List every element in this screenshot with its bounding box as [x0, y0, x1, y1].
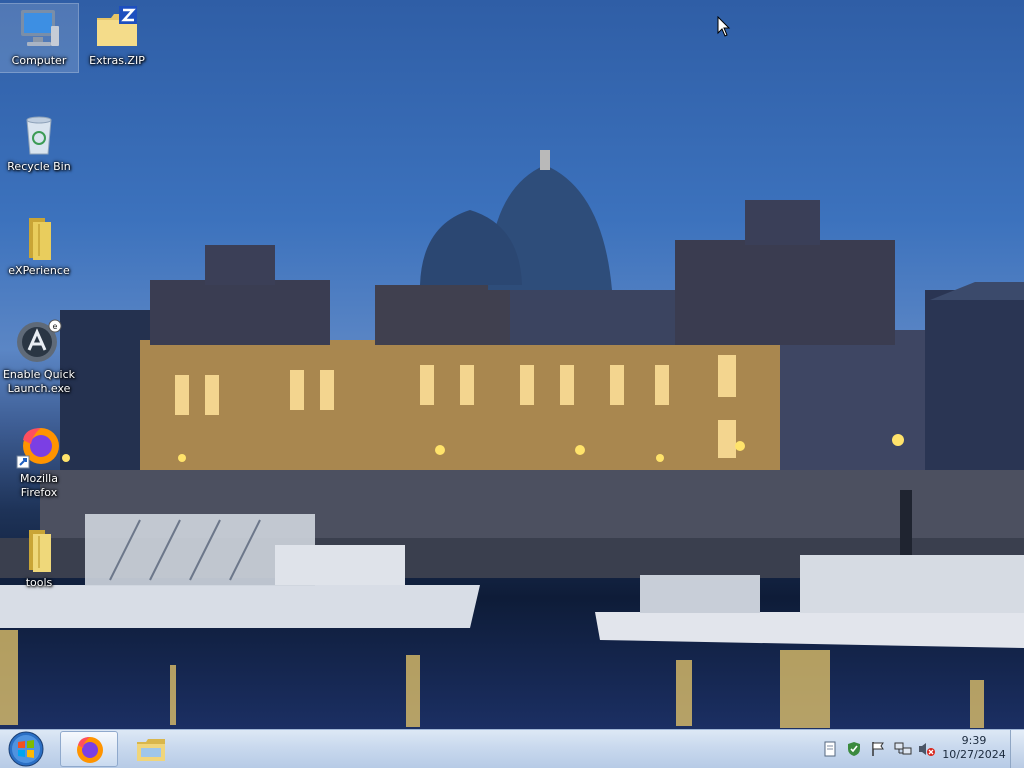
taskbar: 9:39 10/27/2024 — [0, 729, 1024, 768]
folder-icon — [29, 218, 51, 260]
desktop-icon-firefox[interactable]: Mozilla Firefox — [0, 422, 78, 500]
desktop-icon-extras-zip[interactable]: Extras.ZIP — [78, 4, 156, 68]
taskbar-button-firefox[interactable] — [60, 731, 118, 767]
desktop-icon-label: tools — [25, 576, 53, 589]
volume-muted-icon[interactable] — [918, 741, 936, 757]
explorer-folder-icon — [137, 739, 165, 761]
desktop-icon-label: eXPerience — [8, 264, 70, 277]
taskbar-button-explorer[interactable] — [122, 731, 180, 767]
desktop-icon-label: Enable Quick Launch.exe — [2, 368, 76, 395]
svg-text:e: e — [53, 322, 58, 331]
desktop-icon-recycle-bin[interactable]: Recycle Bin — [0, 110, 78, 174]
desktop-icon-enable-quick-launch[interactable]: e Enable Quick Launch.exe — [0, 318, 78, 396]
desktop-icon-label: Mozilla Firefox — [20, 472, 58, 499]
firefox-icon — [16, 428, 59, 469]
mouse-cursor-icon — [717, 16, 731, 37]
desktop-icon-label: Computer — [11, 54, 67, 67]
folder-icon — [29, 530, 51, 572]
desktop[interactable]: Computer Extras.ZIP Recycle Bin eXPerien… — [0, 0, 1024, 729]
clock-date: 10/27/2024 — [942, 748, 1006, 761]
desktop-icon-computer[interactable]: Computer — [0, 3, 79, 73]
action-center-flag-icon[interactable] — [870, 741, 886, 757]
quick-launch-app-icon: e — [17, 319, 62, 362]
desktop-icon-label: Extras.ZIP — [89, 54, 145, 67]
show-desktop-button[interactable] — [1010, 730, 1024, 768]
taskbar-clock[interactable]: 9:39 10/27/2024 — [938, 734, 1010, 762]
computer-icon — [21, 10, 59, 46]
start-button[interactable] — [4, 731, 48, 767]
desktop-icon-experience[interactable]: eXPerience — [0, 214, 78, 278]
recycle-bin-icon — [26, 116, 52, 155]
security-shield-icon[interactable] — [846, 741, 862, 757]
desktop-icon-label: Recycle Bin — [7, 160, 71, 173]
zip-folder-icon — [97, 6, 137, 46]
wallpaper-dresden-skyline — [0, 150, 1024, 728]
clock-time: 9:39 — [961, 734, 987, 747]
desktop-icon-tools[interactable]: tools — [0, 526, 78, 590]
firefox-icon — [77, 737, 103, 763]
document-icon[interactable] — [824, 741, 836, 757]
network-icon[interactable] — [894, 741, 912, 757]
windows-start-orb-icon — [8, 731, 44, 767]
